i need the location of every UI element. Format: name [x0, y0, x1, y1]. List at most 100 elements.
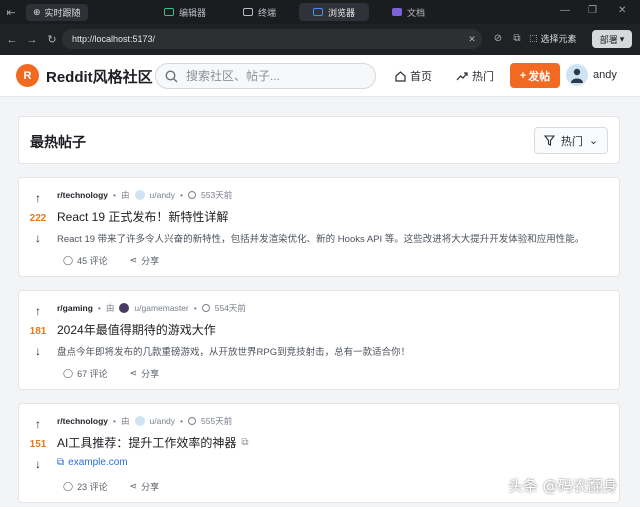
- post-card[interactable]: ↑ 222 ↓ r/technology • 由 u/andy • 553天前 …: [18, 177, 620, 277]
- comments-button[interactable]: ◯ 67 评论: [63, 367, 108, 380]
- feed-title: 最热帖子: [30, 134, 86, 150]
- by-label: 由: [105, 303, 115, 313]
- comment-icon: ◯: [63, 368, 74, 378]
- subreddit-link[interactable]: r/technology: [57, 190, 108, 200]
- post-title[interactable]: React 19 正式发布！新特性详解: [57, 208, 228, 225]
- user-avatar-icon: [571, 68, 583, 83]
- post-link[interactable]: ⧉ example.com: [57, 457, 128, 468]
- tab-terminal[interactable]: 终端: [229, 3, 290, 21]
- post-meta: r/technology • 由 u/andy • 553天前: [57, 189, 232, 201]
- post-time: 555天前: [201, 416, 233, 426]
- share-button[interactable]: ⋖ 分享: [130, 480, 160, 493]
- site-name[interactable]: Reddit风格社区: [46, 66, 153, 87]
- filter-icon: [543, 135, 555, 146]
- share-button[interactable]: ⋖ 分享: [130, 254, 160, 267]
- reload-icon[interactable]: ↻: [44, 33, 60, 46]
- share-label: 分享: [141, 482, 160, 492]
- search-icon: [165, 69, 178, 82]
- post-actions: ◯ 45 评论 ⋖ 分享: [63, 254, 159, 267]
- downvote-icon[interactable]: ↓: [32, 345, 44, 357]
- url-text: http://localhost:5173/: [72, 34, 156, 44]
- upvote-icon[interactable]: ↑: [32, 418, 44, 430]
- subreddit-link[interactable]: r/gaming: [57, 303, 93, 313]
- post-title[interactable]: AI工具推荐：提升工作效率的神器 ⧉: [57, 434, 248, 451]
- author-link[interactable]: u/andy: [150, 416, 176, 426]
- meta-separator: •: [113, 190, 116, 200]
- comments-label: 45 评论: [77, 256, 108, 266]
- meta-separator: •: [97, 303, 101, 313]
- create-post-button[interactable]: + 发帖: [510, 63, 560, 88]
- vote-column: ↑ 151 ↓: [19, 404, 57, 502]
- post-card[interactable]: ↑ 181 ↓ r/gaming • 由 u/gamemaster • 554天…: [18, 290, 620, 390]
- share-button[interactable]: ⋖ 分享: [130, 367, 160, 380]
- comment-icon: ◯: [63, 481, 74, 491]
- back-icon[interactable]: ←: [4, 34, 20, 46]
- post-meta: r/technology • 由 u/andy • 555天前: [57, 415, 232, 427]
- minimize-icon[interactable]: —: [560, 5, 570, 16]
- subreddit-link[interactable]: r/technology: [57, 416, 108, 426]
- nav-home-label: 首页: [410, 71, 432, 83]
- upvote-icon[interactable]: ↑: [32, 305, 44, 317]
- author-avatar-icon: [134, 416, 145, 426]
- share-label: 分享: [141, 256, 160, 266]
- username[interactable]: andy: [593, 69, 617, 81]
- clock-icon: [188, 417, 197, 425]
- share-label: 分享: [141, 369, 160, 379]
- url-bar[interactable]: http://localhost:5173/: [62, 29, 482, 49]
- share-icon: ⋖: [129, 255, 138, 265]
- author-avatar-icon: [134, 190, 145, 200]
- tab-browser[interactable]: 浏览器: [299, 3, 369, 21]
- browser-toolbar: ← → ↻ http://localhost:5173/ ✕ ⊘ ⧉ ⬚ 选择元…: [0, 24, 640, 55]
- vote-count: 181: [29, 326, 47, 337]
- by-label: 由: [121, 190, 130, 200]
- post-meta: r/gaming • 由 u/gamemaster • 554天前: [57, 302, 246, 314]
- nav-hot[interactable]: 热门: [456, 68, 494, 84]
- comment-icon: ◯: [63, 255, 74, 265]
- vote-count: 151: [29, 439, 47, 450]
- avatar[interactable]: [566, 64, 588, 86]
- meta-separator: •: [113, 416, 116, 426]
- forward-icon[interactable]: →: [24, 34, 40, 46]
- tab-docs-label: 文档: [407, 7, 426, 18]
- post-excerpt: React 19 带来了许多令人兴奋的新特性，包括并发渲染优化、新的 Hooks…: [57, 234, 585, 245]
- nav-home[interactable]: 首页: [395, 68, 432, 84]
- clear-url-icon[interactable]: ✕: [466, 33, 478, 45]
- close-icon[interactable]: ✕: [618, 5, 626, 16]
- tab-editor[interactable]: 编辑器: [150, 3, 220, 21]
- home-icon: [395, 70, 406, 82]
- live-follow-label: 实时跟随: [44, 7, 81, 18]
- author-link[interactable]: u/andy: [150, 190, 176, 200]
- downvote-icon[interactable]: ↓: [32, 232, 44, 244]
- tab-docs[interactable]: 文档: [378, 3, 439, 21]
- select-element-label: 选择元素: [540, 34, 577, 44]
- downvote-icon[interactable]: ↓: [32, 458, 44, 470]
- search-input[interactable]: [186, 69, 356, 83]
- tab-editor-label: 编辑器: [179, 7, 207, 18]
- upvote-icon[interactable]: ↑: [32, 192, 44, 204]
- restore-icon[interactable]: ❐: [588, 5, 597, 16]
- collapse-icon[interactable]: ⇤: [0, 6, 22, 19]
- editor-icon: [164, 8, 174, 16]
- comments-button[interactable]: ◯ 45 评论: [63, 254, 108, 267]
- search-box[interactable]: [155, 63, 376, 89]
- deploy-button[interactable]: 部署 ▾: [592, 30, 632, 48]
- author-link[interactable]: u/gamemaster: [134, 303, 188, 313]
- comments-button[interactable]: ◯ 23 评论: [63, 480, 108, 493]
- cursor-icon: ⬚: [529, 33, 538, 43]
- sort-dropdown[interactable]: 热门 ⌄: [534, 127, 608, 154]
- select-element-button[interactable]: ⬚ 选择元素: [529, 32, 577, 45]
- live-follow-button[interactable]: ⊕ 实时跟随: [26, 3, 88, 21]
- tab-terminal-label: 终端: [258, 7, 277, 18]
- clock-icon: [188, 191, 197, 199]
- external-link-icon[interactable]: ⧉: [511, 33, 523, 45]
- deploy-label: 部署: [599, 34, 618, 45]
- chevron-down-icon: ▾: [619, 33, 625, 44]
- post-actions: ◯ 67 评论 ⋖ 分享: [63, 367, 159, 380]
- by-label: 由: [121, 416, 130, 426]
- post-title[interactable]: 2024年最值得期待的游戏大作: [57, 321, 216, 338]
- logo-icon[interactable]: R: [16, 64, 39, 87]
- vote-column: ↑ 181 ↓: [19, 291, 57, 389]
- comments-label: 23 评论: [77, 482, 108, 492]
- live-icon: ⊕: [33, 6, 41, 17]
- compass-icon[interactable]: ⊘: [492, 33, 504, 45]
